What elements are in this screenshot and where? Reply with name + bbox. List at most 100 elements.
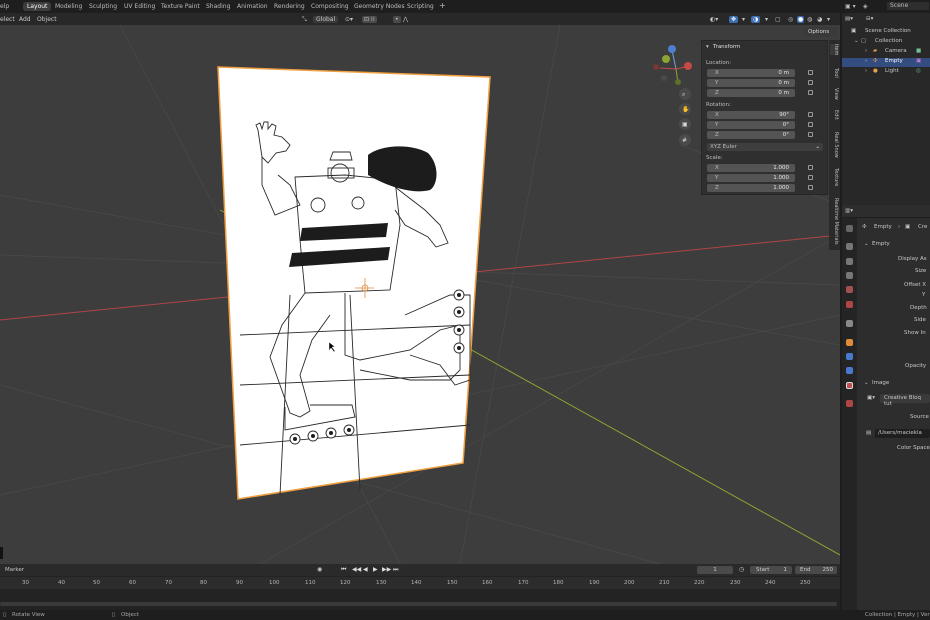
lock-rotation-z-icon[interactable] bbox=[808, 132, 813, 137]
proportional-edit-icon[interactable]: • bbox=[393, 16, 401, 23]
outliner-item-light[interactable]: Light bbox=[885, 68, 899, 74]
tab-animation[interactable]: Animation bbox=[233, 3, 272, 10]
image-browse-icon[interactable]: ▣▾ bbox=[867, 395, 875, 401]
rotation-z-field[interactable]: Z 0° bbox=[707, 131, 795, 139]
scene-props-icon[interactable] bbox=[846, 286, 853, 293]
lock-location-x-icon[interactable] bbox=[808, 70, 813, 75]
shading-solid-icon[interactable]: ● bbox=[797, 16, 805, 23]
lock-scale-x-icon[interactable] bbox=[808, 165, 813, 170]
object-props-icon[interactable] bbox=[846, 339, 853, 346]
shading-rendered-icon[interactable]: ◕ bbox=[817, 16, 822, 23]
outliner-item-camera[interactable]: Camera bbox=[885, 48, 907, 54]
help-menu[interactable]: elp bbox=[0, 3, 9, 10]
camera-expand-icon[interactable]: › bbox=[865, 48, 867, 54]
section-expand-icon[interactable]: ⌄ bbox=[864, 241, 869, 247]
gizmo-dropdown-icon[interactable]: ▾ bbox=[742, 16, 745, 23]
tool-props-icon[interactable] bbox=[846, 225, 853, 232]
collection-props-icon[interactable] bbox=[846, 320, 853, 327]
image-plane[interactable] bbox=[217, 66, 491, 500]
tab-edit[interactable]: Edit bbox=[830, 110, 839, 120]
scene-selector[interactable]: Scene bbox=[887, 2, 929, 10]
add-workspace-button[interactable]: + bbox=[439, 1, 446, 10]
render-props-icon[interactable] bbox=[846, 243, 853, 250]
section-image-title[interactable]: Image bbox=[872, 380, 889, 386]
shading-dropdown-icon[interactable]: ▾ bbox=[827, 16, 830, 23]
lock-rotation-y-icon[interactable] bbox=[808, 122, 813, 127]
rotation-y-field[interactable]: Y 0° bbox=[707, 121, 795, 129]
shading-material-icon[interactable]: ◍ bbox=[807, 16, 812, 23]
play-icon[interactable]: ▶ bbox=[373, 566, 378, 573]
lock-location-z-icon[interactable] bbox=[808, 90, 813, 95]
outliner-item-empty[interactable]: Empty bbox=[885, 58, 903, 64]
scene-collection-label[interactable]: Scene Collection bbox=[865, 28, 911, 34]
start-frame-field[interactable]: Start 1 bbox=[750, 566, 792, 574]
lock-rotation-x-icon[interactable] bbox=[808, 112, 813, 117]
next-keyframe-icon[interactable]: ▶▶ bbox=[382, 566, 391, 573]
constraints-props-icon[interactable] bbox=[846, 367, 853, 374]
tab-texture[interactable]: Texture bbox=[830, 168, 839, 186]
jump-end-icon[interactable]: ⏭ bbox=[393, 566, 398, 574]
tab-scripting[interactable]: Scripting bbox=[403, 3, 438, 10]
collection-expand-icon[interactable]: ⌄ bbox=[854, 38, 859, 44]
shading-wireframe-icon[interactable]: ◎ bbox=[788, 16, 793, 23]
marker-menu[interactable]: Marker bbox=[5, 567, 24, 573]
xray-icon[interactable]: ▢ bbox=[775, 16, 781, 23]
end-frame-field[interactable]: End 250 bbox=[795, 566, 837, 574]
scale-x-field[interactable]: X 1.000 bbox=[707, 164, 795, 172]
tab-layout[interactable]: Layout bbox=[23, 2, 52, 11]
physics-props-icon[interactable] bbox=[846, 353, 853, 360]
properties-editor-icon[interactable]: ▥▾ bbox=[845, 208, 853, 214]
overlays-toggle-icon[interactable]: ◑ bbox=[751, 16, 761, 23]
options-dropdown[interactable]: Options bbox=[804, 27, 838, 37]
tab-texture-paint[interactable]: Texture Paint bbox=[157, 3, 204, 10]
timeline-scrollbar[interactable] bbox=[0, 602, 837, 606]
rotation-x-field[interactable]: X 90° bbox=[707, 111, 795, 119]
view-layer-props-icon[interactable] bbox=[846, 272, 853, 279]
empty-expand-icon[interactable]: › bbox=[865, 58, 867, 64]
tab-view[interactable]: View bbox=[830, 88, 839, 100]
image-name-field[interactable]: Creative Bloq tut bbox=[880, 394, 930, 407]
rotation-mode-dropdown[interactable]: XYZ Euler ⌄ bbox=[707, 143, 823, 151]
location-z-field[interactable]: Z0 m bbox=[707, 89, 795, 97]
texture-props-icon[interactable] bbox=[846, 400, 853, 407]
pivot-icon[interactable]: ⊙▾ bbox=[345, 16, 353, 23]
overlays-dropdown-icon[interactable]: ▾ bbox=[765, 16, 768, 23]
collapse-arrow-icon[interactable]: ▾ bbox=[706, 44, 709, 50]
tab-modeling[interactable]: Modeling bbox=[51, 3, 86, 10]
light-expand-icon[interactable]: › bbox=[865, 68, 867, 74]
tab-realtime-materials[interactable]: Realtime Materials bbox=[830, 198, 839, 245]
record-icon[interactable]: ◉ bbox=[317, 566, 322, 573]
add-menu[interactable]: Add bbox=[19, 16, 31, 23]
snap-toggle-icon[interactable]: ⊡ ⁞⁞ bbox=[362, 16, 377, 23]
world-props-icon[interactable] bbox=[846, 301, 853, 308]
tab-rendering[interactable]: Rendering bbox=[270, 3, 309, 10]
editor-type-icon[interactable]: ▣ ▾ bbox=[845, 3, 856, 10]
tab-uv-editing[interactable]: UV Editing bbox=[120, 3, 159, 10]
filepath-field[interactable]: /Users/maciekla bbox=[875, 429, 930, 438]
collection-label[interactable]: Collection bbox=[875, 38, 902, 44]
transform-orientation-dropdown[interactable]: Global bbox=[313, 16, 339, 23]
tab-real-snow[interactable]: Real Snow bbox=[830, 132, 839, 158]
image-section-expand-icon[interactable]: ⌄ bbox=[864, 380, 869, 386]
section-empty-title[interactable]: Empty bbox=[872, 241, 890, 247]
falloff-icon[interactable]: ⋀ bbox=[403, 16, 408, 23]
navigation-gizmo[interactable] bbox=[653, 45, 692, 85]
outliner-editor-icon[interactable]: ▤▾ bbox=[845, 16, 853, 22]
visibility-icon[interactable]: ◐▾ bbox=[710, 16, 718, 23]
tab-sculpting[interactable]: Sculpting bbox=[85, 3, 121, 10]
data-props-icon[interactable] bbox=[846, 382, 853, 389]
lock-scale-z-icon[interactable] bbox=[808, 185, 813, 190]
display-mode-icon[interactable]: ⊟▾ bbox=[866, 16, 873, 22]
tab-item[interactable]: Item bbox=[830, 44, 839, 56]
gizmo-toggle-icon[interactable]: ✥ bbox=[729, 16, 739, 23]
orientation-icon[interactable]: ⤡ bbox=[302, 16, 307, 24]
scale-y-field[interactable]: Y 1.000 bbox=[707, 174, 795, 182]
jump-start-icon[interactable]: ⏮ bbox=[341, 566, 346, 574]
current-frame-field[interactable]: 1 bbox=[697, 566, 733, 574]
scale-z-field[interactable]: Z 1.000 bbox=[707, 184, 795, 192]
tab-geometry-nodes[interactable]: Geometry Nodes bbox=[350, 3, 409, 10]
object-menu[interactable]: Object bbox=[37, 16, 57, 23]
tab-compositing[interactable]: Compositing bbox=[307, 3, 353, 10]
prev-keyframe-icon[interactable]: ◀◀ bbox=[352, 566, 361, 573]
select-menu[interactable]: elect bbox=[0, 16, 15, 23]
